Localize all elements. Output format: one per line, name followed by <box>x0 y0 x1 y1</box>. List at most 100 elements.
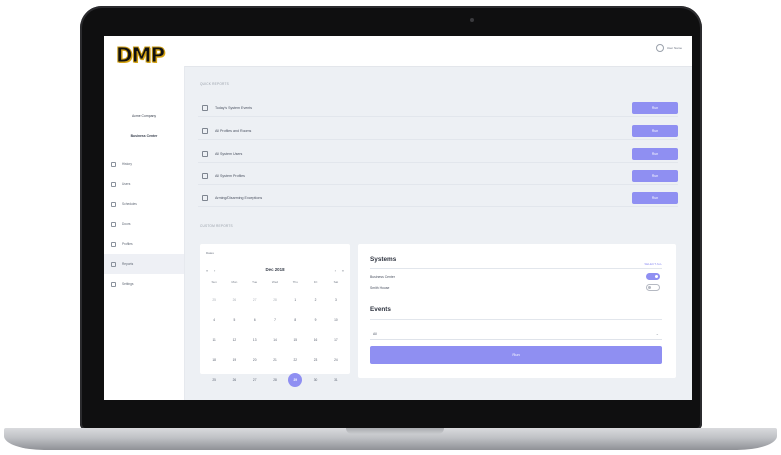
run-report-button[interactable]: Run <box>632 125 678 137</box>
custom-reports-heading: CUSTOM REPORTS <box>200 224 233 228</box>
calendar-day-number: 22 <box>293 358 298 362</box>
calendar-day[interactable]: 1 <box>285 296 305 304</box>
calendar-day-number: 29 <box>293 378 298 382</box>
sidebar-item-label: Profiles <box>122 242 133 246</box>
company-selector[interactable]: Acme Company <box>104 114 184 118</box>
sidebar-item-label: History <box>122 162 132 166</box>
calendar-day[interactable]: 3 <box>326 296 346 304</box>
camera-dot <box>470 18 474 22</box>
quick-report-row: All Profiles and Rooms Run <box>198 123 678 140</box>
calendar-day[interactable]: 22 <box>285 356 305 364</box>
calendar-day[interactable]: 7 <box>265 316 285 324</box>
run-report-button[interactable]: Run <box>632 170 678 182</box>
next-year-button[interactable]: » <box>342 268 344 273</box>
quick-report-label: All System Users <box>215 152 243 156</box>
clock-icon <box>202 105 208 111</box>
calendar-day[interactable]: 30 <box>305 376 325 384</box>
sidebar-item-profiles[interactable]: Profiles <box>104 234 184 254</box>
select-all-link[interactable]: SELECT ALL <box>644 262 662 266</box>
calendar-day[interactable]: 14 <box>265 336 285 344</box>
calendar-day[interactable]: 31 <box>326 376 346 384</box>
calendar-day[interactable]: 27 <box>245 376 265 384</box>
calendar-day-number: 23 <box>313 358 318 362</box>
calendar-day-number: 24 <box>334 358 338 362</box>
report-filters: Systems SELECT ALL Business Center Smith… <box>358 244 676 378</box>
quick-report-row: All System Profiles Run <box>198 168 678 185</box>
calendar-day[interactable]: 11 <box>204 336 224 344</box>
calendar-day[interactable]: 5 <box>224 316 244 324</box>
weekday-label: Wed <box>271 280 279 284</box>
calendar-day-number: 11 <box>212 338 216 342</box>
laptop-base <box>4 428 777 450</box>
sidebar-item-label: Doors <box>122 222 131 226</box>
run-report-button[interactable]: Run <box>632 192 678 204</box>
calendar-day-number: 12 <box>232 338 237 342</box>
sidebar-item-doors[interactable]: Doors <box>104 214 184 234</box>
calendar-day-number: 4 <box>213 318 216 322</box>
calendar-day[interactable]: 28 <box>265 376 285 384</box>
system-toggle[interactable] <box>646 284 660 291</box>
schedules-icon <box>111 201 116 207</box>
sidebar-item-settings[interactable]: Settings <box>104 274 184 294</box>
calendar-day[interactable]: 28 <box>265 296 285 304</box>
calendar-day-number: 28 <box>273 378 277 382</box>
run-custom-report-button[interactable]: Run <box>370 346 662 364</box>
quick-report-label: Today's System Events <box>215 106 253 110</box>
calendar-day[interactable]: 4 <box>204 316 224 324</box>
run-report-button[interactable]: Run <box>632 148 678 160</box>
system-toggle[interactable] <box>646 273 660 280</box>
calendar-day-number: 9 <box>314 318 317 322</box>
calendar-day-number: 19 <box>232 358 237 362</box>
calendar-day[interactable]: 24 <box>326 356 346 364</box>
sidebar-item-label: Reports <box>122 262 134 266</box>
calendar-day[interactable]: 27 <box>245 296 265 304</box>
calendar-day[interactable]: 26 <box>224 376 244 384</box>
calendar-day[interactable]: 8 <box>285 316 305 324</box>
calendar-day[interactable]: 17 <box>326 336 346 344</box>
sidebar-item-users[interactable]: Users <box>104 174 184 194</box>
calendar-day[interactable]: 12 <box>224 336 244 344</box>
calendar-day-number: 5 <box>233 318 236 322</box>
calendar-day[interactable]: 2 <box>305 296 325 304</box>
divider <box>370 268 662 269</box>
laptop-notch <box>346 428 444 434</box>
calendar-day[interactable]: 25 <box>204 376 224 384</box>
calendar-day-number: 10 <box>334 318 338 322</box>
sidebar-item-history[interactable]: History <box>104 154 184 174</box>
calendar-day-number: 20 <box>252 358 257 362</box>
brand-logo[interactable]: DMP <box>115 44 165 67</box>
sidebar-item-schedules[interactable]: Schedules <box>104 194 184 214</box>
date-picker: Dates « ‹ Dec 2018 › » Sun Mon Tue Wed Thu Fr… <box>200 244 350 387</box>
calendar-day[interactable]: 10 <box>326 316 346 324</box>
sidebar-item-reports[interactable]: Reports <box>104 254 184 274</box>
systems-title: Systems <box>370 256 397 263</box>
reports-icon <box>111 261 116 267</box>
run-report-button[interactable]: Run <box>632 102 678 114</box>
calendar-day-number: 17 <box>334 338 338 342</box>
calendar-day[interactable]: 16 <box>305 336 325 344</box>
calendar-day-number: 21 <box>273 358 277 362</box>
events-select[interactable]: All ⌄ <box>370 328 662 340</box>
calendar-day[interactable]: 20 <box>245 356 265 364</box>
calendar-day-number: 2 <box>314 298 317 302</box>
calendar-day[interactable]: 18 <box>204 356 224 364</box>
calendar-day[interactable]: 26 <box>224 296 244 304</box>
calendar-day[interactable]: 25 <box>204 296 224 304</box>
calendar-day[interactable]: 19 <box>224 356 244 364</box>
next-month-button[interactable]: › <box>335 268 336 273</box>
calendar-day-number: 3 <box>334 298 337 302</box>
calendar-day-number: 13 <box>252 338 257 342</box>
calendar-day[interactable]: 9 <box>305 316 325 324</box>
calendar-day[interactable]: 23 <box>305 356 325 364</box>
calendar-day[interactable]: 13 <box>245 336 265 344</box>
system-name: Business Center <box>370 275 395 279</box>
calendar-day-selected[interactable]: 29 <box>285 373 305 387</box>
calendar-day[interactable]: 21 <box>265 356 285 364</box>
calendar-day[interactable]: 15 <box>285 336 305 344</box>
calendar-day-number: 7 <box>274 318 276 322</box>
user-menu[interactable]: User Name <box>655 44 682 52</box>
sidebar-item-label: Schedules <box>122 202 137 206</box>
calendar-day[interactable]: 6 <box>245 316 265 324</box>
divider <box>370 319 662 320</box>
weekday-label: Sun <box>211 280 217 284</box>
